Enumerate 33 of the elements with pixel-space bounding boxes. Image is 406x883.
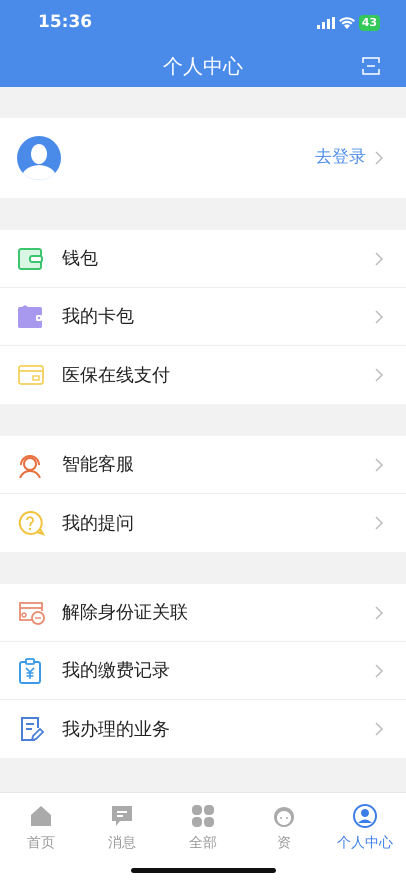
chevron-icon bbox=[374, 604, 384, 620]
chevron-icon bbox=[374, 308, 384, 324]
chevron-icon bbox=[374, 367, 384, 383]
chevron-icon bbox=[374, 456, 384, 472]
card-wallet-icon bbox=[17, 304, 45, 330]
chevron-icon bbox=[374, 721, 384, 737]
menu-item[interactable]: 我的提问 bbox=[0, 494, 406, 552]
battery-level: 43 bbox=[358, 14, 380, 30]
wallet-icon bbox=[17, 246, 45, 272]
chevron-icon bbox=[374, 250, 384, 266]
wifi-icon bbox=[338, 16, 355, 28]
menu-item[interactable]: 钱包 bbox=[0, 230, 406, 288]
profile-icon bbox=[352, 803, 378, 829]
menu-item[interactable]: 我办理的业务 bbox=[0, 700, 406, 758]
grid-icon bbox=[190, 803, 216, 829]
menu-item[interactable]: 智能客服 bbox=[0, 436, 406, 494]
id-card-icon bbox=[17, 600, 45, 626]
chevron-icon bbox=[374, 662, 384, 678]
chevron-icon bbox=[374, 515, 384, 531]
menu-item[interactable]: 我的缴费记录 bbox=[0, 642, 406, 700]
menu-item[interactable]: 解除身份证关联 bbox=[0, 584, 406, 642]
scan-icon[interactable] bbox=[362, 57, 380, 75]
page-title: 个人中心 bbox=[163, 53, 243, 80]
question-bubble-icon bbox=[17, 510, 45, 536]
card-icon bbox=[17, 362, 45, 388]
status-time: 15:36 bbox=[38, 10, 92, 34]
signal-icon bbox=[316, 16, 335, 28]
chevron-icon bbox=[374, 150, 384, 166]
menu-item[interactable]: 我的卡包 bbox=[0, 288, 406, 346]
home-icon bbox=[28, 803, 54, 829]
tab-label[interactable]: 个人中心 bbox=[337, 833, 393, 854]
menu-item[interactable]: 医保在线支付 bbox=[0, 346, 406, 404]
avatar-icon bbox=[17, 136, 61, 180]
